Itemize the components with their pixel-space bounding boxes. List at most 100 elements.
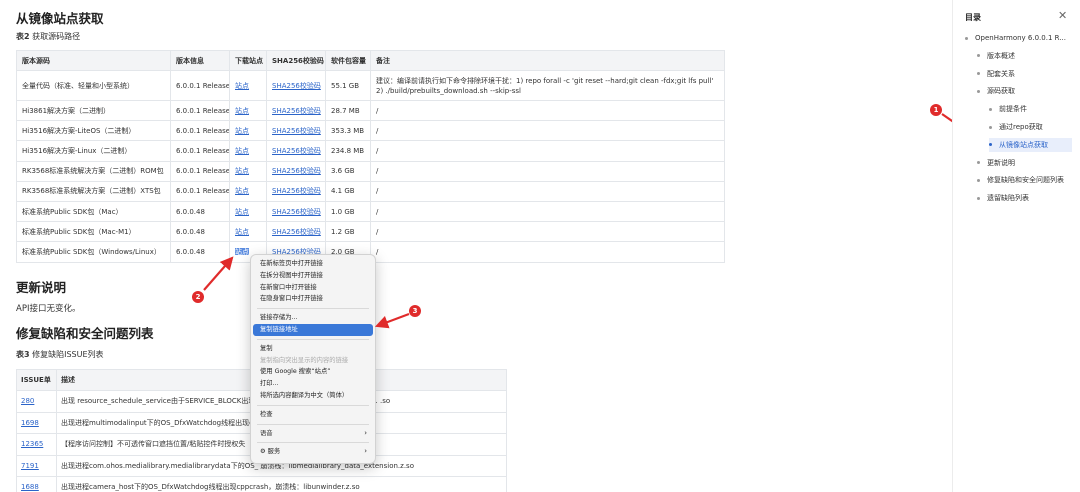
toc-item[interactable]: 版本概述 [977,49,1015,63]
toc-item[interactable]: 从镜像站点获取 [989,137,1072,152]
site-link[interactable]: 站点 [235,82,249,90]
cell-size: 353.3 MB [325,120,371,142]
cell-name: 标准系统Public SDK包（Mac-M1） [16,221,171,243]
source-table-header: 版本源码 版本信息 下载站点 SHA256校验码 软件包容量 备注 [16,50,725,71]
issue-link[interactable]: 280 [21,397,34,405]
menu-item-label: 复制指向突出显示的内容的链接 [260,356,349,364]
sha256-link[interactable]: SHA256校验码 [272,127,321,135]
bullet-icon [977,54,980,58]
menu-item[interactable]: 在新标签页中打开链接 [253,258,373,270]
sha256-link[interactable]: SHA256校验码 [272,167,321,175]
cell-version: 6.0.0.1 Release [170,120,230,142]
site-link[interactable]: 站点 [235,127,249,135]
menu-item[interactable]: 打印... [253,378,373,390]
cell-note: / [370,180,725,202]
cell-note: 建议：编译前请执行如下命令排除环境干扰：1) repo forall -c 'g… [370,70,725,101]
col-header: 软件包容量 [325,50,371,71]
table-row: 1688 出现进程camera_host下的OS_DfxWatchdog线程出现c… [16,476,507,492]
sha256-link[interactable]: SHA256校验码 [272,82,321,90]
section-title-mirror: 从镜像站点获取 [16,11,104,26]
site-link[interactable]: 站点 [235,208,249,216]
col-header: 版本源码 [16,50,171,71]
menu-item[interactable]: 复制链接地址 [253,323,373,336]
cell-version: 6.0.0.1 Release [170,160,230,182]
site-link[interactable]: 站点 [235,107,249,115]
toc-item[interactable]: 修复缺陷和安全问题列表 [977,173,1064,187]
site-link[interactable]: 站点 [235,167,249,175]
table-caption-source: 表2 获取源码路径 [16,31,80,42]
issue-link[interactable]: 1698 [21,419,39,427]
menu-item[interactable]: 将所选内容翻译为中文（简体） [253,390,373,402]
caption-number: 表2 [16,32,30,41]
annotation-badge-3: 3 [409,305,421,317]
menu-item[interactable]: 在新窗口中打开链接 [253,282,373,294]
site-link[interactable]: 站点 [235,187,249,195]
menu-separator [257,404,369,406]
site-link[interactable]: 站点 [235,247,249,256]
toc-panel: 目录 ✕ OpenHarmony 6.0.0.1 R... 版本概述配套关系源码获… [952,0,1080,492]
menu-item[interactable]: 在拆分视图中打开链接 [253,270,373,282]
menu-item-label: 检查 [260,410,273,418]
menu-item[interactable]: 语音 › [253,428,373,440]
menu-item-label: 在隐身窗口中打开链接 [260,295,323,303]
update-text: API接口无变化。 [16,304,81,314]
bullet-icon [989,107,992,111]
bullet-icon [977,161,980,165]
cell-site: 站点 [229,120,267,142]
cell-version: 6.0.0.48 [170,221,230,243]
bullet-icon [989,143,992,147]
sha256-link[interactable]: SHA256校验码 [272,107,321,115]
close-icon[interactable]: ✕ [1058,9,1067,22]
table-row: Hi3516解决方案-LiteOS（二进制） 6.0.0.1 Release 站点 S… [16,120,725,142]
menu-item-label: 使用 Google 搜索“站点” [260,368,331,376]
menu-item[interactable]: 在隐身窗口中打开链接 [253,293,373,305]
table-row: Hi3861解决方案（二进制） 6.0.0.1 Release 站点 SHA256校验… [16,99,725,122]
table-row: 全量代码（标准、轻量和小型系统） 6.0.0.1 Release 站点 SHA256校… [16,70,725,101]
sha256-link[interactable]: SHA256校验码 [272,147,321,155]
issue-link[interactable]: 7191 [21,462,39,470]
menu-item[interactable]: 使用 Google 搜索“站点” [253,366,373,378]
cell-site: 站点 [229,200,267,223]
cell-site: 站点 [229,180,267,202]
sha256-link[interactable]: SHA256校验码 [272,228,321,236]
toc-item[interactable]: 前提条件 [989,102,1027,116]
toc-item[interactable]: 源码获取 [977,84,1015,98]
table-caption-issue: 表3 修复缺陷ISSUE列表 [16,349,104,360]
cell-name: Hi3861解决方案（二进制） [16,99,171,122]
toc-item[interactable]: OpenHarmony 6.0.0.1 R... [965,31,1066,45]
menu-item-label: 将所选内容翻译为中文（简体） [260,391,349,399]
section-title-fix: 修复缺陷和安全问题列表 [16,326,154,341]
toc-item-label: 通过repo获取 [999,123,1043,131]
issue-link[interactable]: 1688 [21,483,39,491]
bullet-icon [977,196,980,200]
caption-text: 修复缺陷ISSUE列表 [32,350,104,359]
cell-issue-id: 280 [16,390,57,413]
menu-item[interactable]: 链接存储为... [253,312,373,324]
toc-item[interactable]: 通过repo获取 [989,120,1043,134]
cell-name: 标准系统Public SDK包（Windows/Linux） [16,241,171,263]
toc-item-label: 遗留缺陷列表 [987,194,1029,203]
sha256-link[interactable]: SHA256校验码 [272,187,321,195]
col-header: ISSUE单 [16,369,57,391]
menu-separator [257,308,369,310]
cell-sha: SHA256校验码 [266,99,326,122]
toc-item[interactable]: 遗留缺陷列表 [977,191,1029,205]
menu-item[interactable]: 检查 [253,409,373,421]
toc-item-label: 源码获取 [987,87,1015,96]
sha256-link[interactable]: SHA256校验码 [272,208,321,216]
cell-name: Hi3516解决方案-Linux（二进制） [16,140,171,162]
menu-item[interactable]: 复制 [253,343,373,355]
toc-item[interactable]: 更新说明 [977,156,1015,170]
site-link[interactable]: 站点 [235,147,249,155]
menu-item[interactable]: ⚙ 服务 › [253,446,373,458]
cell-size: 1.2 GB [325,221,371,243]
toc-item[interactable]: 配套关系 [977,67,1015,81]
col-header: SHA256校验码 [266,50,326,71]
toc-title: 目录 [965,13,981,22]
site-link[interactable]: 站点 [235,228,249,236]
table-row: 标准系统Public SDK包（Mac） 6.0.0.48 站点 SHA256校验码 1… [16,200,725,223]
chevron-right-icon: › [364,447,367,456]
cell-sha: SHA256校验码 [266,70,326,101]
cell-size: 55.1 GB [325,70,371,101]
issue-link[interactable]: 12365 [21,440,43,448]
